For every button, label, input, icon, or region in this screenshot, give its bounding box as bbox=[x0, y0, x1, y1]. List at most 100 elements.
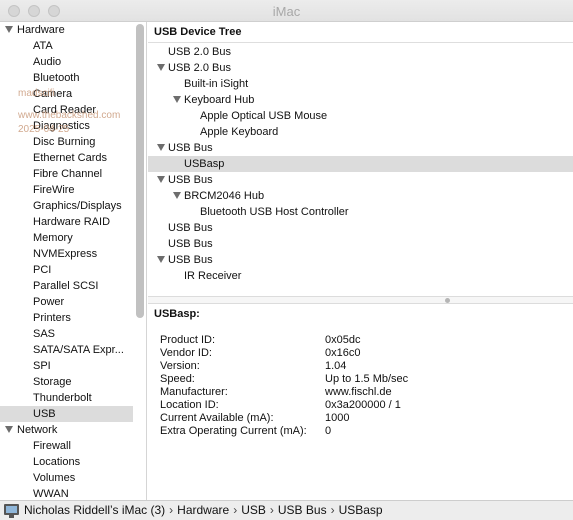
tree-row[interactable]: Built-in iSight bbox=[148, 76, 573, 92]
tree-row[interactable]: USB Bus bbox=[148, 220, 573, 236]
sidebar-item-locations[interactable]: Locations bbox=[0, 454, 133, 470]
sidebar-item-nvmexpress[interactable]: NVMExpress bbox=[0, 246, 133, 262]
breadcrumb-item[interactable]: USB Bus bbox=[278, 503, 327, 517]
property-key: Product ID: bbox=[160, 334, 216, 346]
sidebar-item-graphics-displays[interactable]: Graphics/Displays bbox=[0, 198, 133, 214]
pane-splitter[interactable] bbox=[148, 296, 573, 304]
tree-row[interactable]: Keyboard Hub bbox=[148, 92, 573, 108]
tree-row[interactable]: USB 2.0 Bus bbox=[148, 44, 573, 60]
sidebar-item-parallel-scsi[interactable]: Parallel SCSI bbox=[0, 278, 133, 294]
sidebar-item-diagnostics[interactable]: Diagnostics bbox=[0, 118, 133, 134]
sidebar-item-fibre-channel[interactable]: Fibre Channel bbox=[0, 166, 133, 182]
sidebar-item-thunderbolt[interactable]: Thunderbolt bbox=[0, 390, 133, 406]
tree-row-label: USB Bus bbox=[168, 238, 213, 250]
property-row: Current Available (mA): 1000 bbox=[160, 412, 560, 425]
sidebar-item-ata[interactable]: ATA bbox=[0, 38, 133, 54]
breadcrumb-item[interactable]: USB bbox=[241, 503, 266, 517]
disclosure-expanded-icon[interactable] bbox=[5, 26, 13, 33]
disclosure-expanded-icon[interactable] bbox=[173, 192, 181, 199]
tree-row[interactable]: USB Bus bbox=[148, 140, 573, 156]
tree-row[interactable]: BRCM2046 Hub bbox=[148, 188, 573, 204]
breadcrumb-item[interactable]: USBasp bbox=[339, 503, 383, 517]
tree-row-label: USB 2.0 Bus bbox=[168, 62, 231, 74]
disclosure-expanded-icon[interactable] bbox=[157, 256, 165, 263]
tree-row[interactable]: USB Bus bbox=[148, 236, 573, 252]
sidebar-item-ethernet-cards[interactable]: Ethernet Cards bbox=[0, 150, 133, 166]
tree-row-label: Apple Keyboard bbox=[200, 126, 279, 138]
sidebar-item-spi[interactable]: SPI bbox=[0, 358, 133, 374]
property-value: Up to 1.5 Mb/sec bbox=[325, 373, 409, 385]
sidebar-item-pci[interactable]: PCI bbox=[0, 262, 133, 278]
tree-row-label: BRCM2046 Hub bbox=[184, 190, 265, 202]
disclosure-expanded-icon[interactable] bbox=[5, 426, 13, 433]
sidebar-item-power[interactable]: Power bbox=[0, 294, 133, 310]
property-row: Speed: Up to 1.5 Mb/sec bbox=[160, 373, 560, 386]
sidebar-item-bluetooth[interactable]: Bluetooth bbox=[0, 70, 133, 86]
breadcrumb-item[interactable]: Hardware bbox=[177, 503, 229, 517]
tree-row[interactable]: IR Receiver bbox=[148, 268, 573, 284]
property-key: Location ID: bbox=[160, 399, 219, 411]
usb-device-tree-header: USB Device Tree bbox=[148, 22, 573, 43]
property-value: 1.04 bbox=[325, 360, 347, 372]
imac-stand-icon bbox=[9, 515, 14, 518]
tree-row-label: USB Bus bbox=[168, 222, 213, 234]
sidebar-item-camera[interactable]: Camera bbox=[0, 86, 133, 102]
sidebar-item-volumes[interactable]: Volumes bbox=[0, 470, 133, 486]
usb-device-tree: USB 2.0 Bus USB 2.0 Bus Built-in iSight Key… bbox=[148, 44, 573, 296]
sidebar-item-memory[interactable]: Memory bbox=[0, 230, 133, 246]
sidebar-item-firewire[interactable]: FireWire bbox=[0, 182, 133, 198]
tree-row[interactable]: USB Bus bbox=[148, 172, 573, 188]
tree-row[interactable]: Apple Keyboard bbox=[148, 124, 573, 140]
tree-row-label: USB Bus bbox=[168, 142, 213, 154]
disclosure-expanded-icon[interactable] bbox=[173, 96, 181, 103]
breadcrumb-separator-icon: › bbox=[330, 503, 335, 517]
property-row: Version: 1.04 bbox=[160, 360, 560, 373]
disclosure-expanded-icon[interactable] bbox=[157, 176, 165, 183]
sidebar-item-firewall[interactable]: Firewall bbox=[0, 438, 133, 454]
property-key: Current Available (mA): bbox=[160, 412, 274, 424]
tree-row[interactable]: USB 2.0 Bus bbox=[148, 60, 573, 76]
sidebar-group-hardware[interactable]: Hardware bbox=[0, 22, 133, 38]
breadcrumb-separator-icon: › bbox=[269, 503, 274, 517]
sidebar-item-usb[interactable]: USB bbox=[0, 406, 133, 422]
tree-row[interactable]: Bluetooth USB Host Controller bbox=[148, 204, 573, 220]
tree-row[interactable]: USB Bus bbox=[148, 252, 573, 268]
property-value: 0x3a200000 / 1 bbox=[325, 399, 401, 411]
sidebar-item-card-reader[interactable]: Card Reader bbox=[0, 102, 133, 118]
disclosure-expanded-icon[interactable] bbox=[157, 64, 165, 71]
property-row: Manufacturer: www.fischl.de bbox=[160, 386, 560, 399]
detail-title: USBasp: bbox=[154, 308, 200, 320]
sidebar: Hardware ATA Audio Bluetooth Camera Card Read… bbox=[0, 22, 147, 500]
tree-row-label: Apple Optical USB Mouse bbox=[200, 110, 328, 122]
tree-row-label: USB Bus bbox=[168, 254, 213, 266]
sidebar-item-wwan[interactable]: WWAN bbox=[0, 486, 133, 500]
property-row: Product ID: 0x05dc bbox=[160, 334, 560, 347]
imac-icon bbox=[4, 504, 19, 515]
sidebar-group-network[interactable]: Network bbox=[0, 422, 133, 438]
property-row: Location ID: 0x3a200000 / 1 bbox=[160, 399, 560, 412]
path-bar: Nicholas Riddell’s iMac (3) › Hardware › USB… bbox=[0, 500, 573, 520]
disclosure-expanded-icon[interactable] bbox=[157, 144, 165, 151]
sidebar-item-sata-sata-expr[interactable]: SATA/SATA Expr... bbox=[0, 342, 133, 358]
tree-row-label: USB Bus bbox=[168, 174, 213, 186]
breadcrumb: Nicholas Riddell’s iMac (3) › Hardware › USB… bbox=[24, 501, 387, 519]
breadcrumb-separator-icon: › bbox=[233, 503, 238, 517]
sidebar-item-audio[interactable]: Audio bbox=[0, 54, 133, 70]
breadcrumb-item[interactable]: Nicholas Riddell’s iMac (3) bbox=[24, 503, 165, 517]
sidebar-scrollbar[interactable] bbox=[136, 24, 144, 318]
sidebar-item-printers[interactable]: Printers bbox=[0, 310, 133, 326]
detail-pane: USBasp: Product ID: 0x05dc Vendor ID: 0x16c… bbox=[148, 304, 573, 500]
property-value: 0x05dc bbox=[325, 334, 361, 346]
sidebar-item-sas[interactable]: SAS bbox=[0, 326, 133, 342]
sidebar-item-storage[interactable]: Storage bbox=[0, 374, 133, 390]
sidebar-group-label: Network bbox=[17, 424, 58, 436]
window-title: iMac bbox=[272, 4, 301, 19]
tree-row-label: Built-in iSight bbox=[184, 78, 249, 90]
sidebar-item-disc-burning[interactable]: Disc Burning bbox=[0, 134, 133, 150]
tree-row-label: USBasp bbox=[184, 158, 225, 170]
tree-row[interactable]: USBasp bbox=[148, 156, 573, 172]
sidebar-item-hardware-raid[interactable]: Hardware RAID bbox=[0, 214, 133, 230]
breadcrumb-separator-icon: › bbox=[169, 503, 174, 517]
splitter-handle-icon[interactable] bbox=[445, 298, 450, 303]
tree-row[interactable]: Apple Optical USB Mouse bbox=[148, 108, 573, 124]
